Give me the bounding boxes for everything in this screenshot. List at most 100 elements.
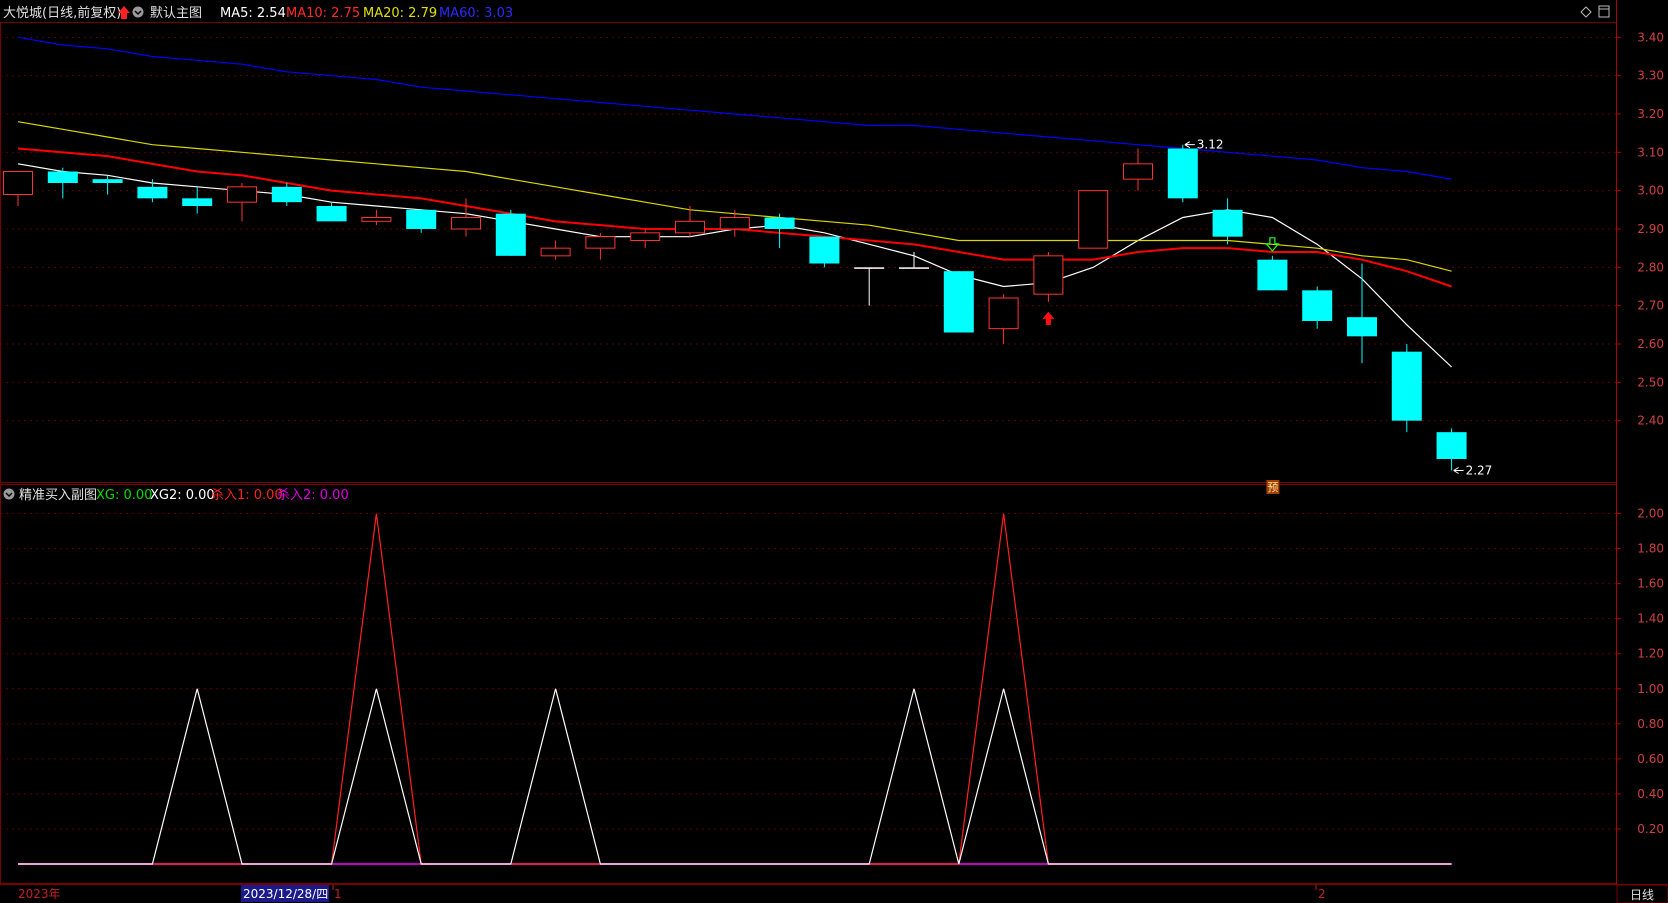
diamond-icon[interactable] — [1580, 6, 1592, 18]
candle-body — [719, 217, 750, 230]
candle[interactable] — [1078, 190, 1109, 249]
candle-body — [1257, 259, 1288, 291]
candle-body — [899, 267, 929, 269]
candle[interactable] — [764, 213, 795, 249]
candle[interactable] — [1212, 198, 1243, 245]
candle[interactable] — [1436, 428, 1467, 471]
candle[interactable] — [1257, 255, 1288, 291]
candle-body — [1123, 163, 1153, 180]
sub-panel-frame — [0, 484, 1617, 884]
main-tick-label: 2.50 — [1637, 375, 1664, 389]
sub-grid — [0, 513, 1616, 830]
candle-body — [1033, 255, 1064, 295]
xg-line — [18, 688, 1452, 865]
main-tick-label: 3.20 — [1637, 107, 1664, 121]
candle[interactable] — [809, 236, 840, 268]
candle[interactable] — [540, 240, 571, 260]
candle[interactable] — [630, 229, 661, 249]
candle[interactable] — [988, 294, 1019, 344]
candle-body — [1302, 290, 1333, 321]
sell2-value: 杀入2: 0.00 — [277, 488, 349, 503]
candle-body — [92, 179, 123, 183]
main-grid — [0, 36, 1616, 422]
candle-body — [854, 267, 885, 269]
candle-body — [182, 198, 213, 206]
month-label-1: 1 — [334, 887, 342, 901]
sub-tick-label: 2.00 — [1637, 507, 1664, 521]
main-tick-label: 3.40 — [1637, 30, 1664, 44]
sub-tick-label: 0.40 — [1637, 787, 1664, 801]
ma20-value: MA20: 2.79 — [363, 6, 437, 21]
maximize-icon[interactable] — [1598, 5, 1610, 18]
candle[interactable] — [406, 209, 437, 233]
ma5-value: MA5: 2.54 — [220, 6, 286, 21]
main-header: 大悦城(日线,前复权) 默认主图 MA5: 2.54 MA10: 2.75 MA… — [3, 5, 513, 21]
candle-body — [1436, 432, 1467, 459]
window-controls[interactable] — [1580, 5, 1610, 18]
candle-body — [809, 236, 840, 264]
candlesticks[interactable] — [3, 144, 1467, 471]
candle[interactable] — [1167, 144, 1198, 203]
xg-value: XG: 0.00 — [96, 488, 152, 503]
candle-body — [47, 171, 78, 183]
main-tick-label: 2.80 — [1637, 260, 1664, 274]
sub-tick-label: 1.00 — [1637, 682, 1664, 696]
candle[interactable] — [92, 175, 123, 195]
candle-body — [406, 209, 437, 229]
main-tick-label: 2.90 — [1637, 222, 1664, 236]
ma10-value: MA10: 2.75 — [286, 6, 360, 21]
candle[interactable] — [271, 183, 302, 206]
sub-tick-label: 0.20 — [1637, 822, 1664, 836]
sub-tick-label: 1.80 — [1637, 542, 1664, 556]
month-label-2: 2 — [1318, 887, 1326, 901]
price-extreme-label: 2.27 — [1466, 464, 1493, 478]
candle-body — [764, 217, 795, 229]
time-axis: 2023年 2023/12/28/四 1 2 日线 — [0, 884, 1668, 903]
candle[interactable] — [316, 202, 347, 222]
candle[interactable] — [361, 209, 392, 226]
main-tick-label: 3.10 — [1637, 145, 1664, 159]
candle[interactable] — [227, 183, 257, 222]
candle[interactable] — [137, 179, 168, 203]
candle[interactable] — [1033, 252, 1064, 302]
ma60-line — [17, 36, 1452, 180]
candle[interactable] — [495, 209, 526, 256]
indicator-name[interactable]: 默认主图 — [150, 5, 202, 21]
sub-tick-label: 0.60 — [1637, 752, 1664, 766]
period-button[interactable]: 日线 — [1630, 888, 1654, 902]
candle[interactable] — [1302, 286, 1333, 329]
sub-tick-label: 0.80 — [1637, 717, 1664, 731]
candle-body — [495, 213, 526, 256]
candle[interactable] — [47, 167, 78, 199]
price-pointer-icon — [1184, 141, 1195, 149]
candle-body — [943, 271, 974, 333]
main-tick-label: 2.60 — [1637, 337, 1664, 351]
ma60-value: MA60: 3.03 — [439, 6, 513, 21]
sell1-value: 杀入1: 0.00 — [211, 488, 283, 503]
settings-icon[interactable] — [3, 488, 15, 500]
candle[interactable] — [3, 171, 33, 207]
year-label: 2023年 — [18, 887, 61, 901]
candle-body — [630, 232, 661, 241]
candle-body — [1078, 190, 1109, 249]
candle[interactable] — [854, 267, 885, 306]
candle-body — [1391, 351, 1422, 421]
candle[interactable] — [943, 271, 974, 333]
candle-body — [451, 217, 481, 230]
main-tick-label: 2.40 — [1637, 414, 1664, 428]
xg2-value: XG2: 0.00 — [150, 488, 215, 503]
candle[interactable] — [1347, 263, 1377, 364]
candle-body — [988, 297, 1019, 330]
candle[interactable] — [585, 232, 616, 260]
main-price-axis: 3.40 3.30 3.20 3.10 3.00 2.90 2.80 2.70 2.60 2.50… — [1616, 30, 1664, 428]
candle-body — [271, 186, 302, 203]
candle[interactable] — [1123, 148, 1153, 191]
candle[interactable] — [719, 209, 750, 237]
candle[interactable] — [1391, 344, 1422, 433]
dropdown-icon[interactable] — [132, 6, 144, 18]
candle-body — [316, 206, 347, 222]
candle-body — [585, 236, 616, 249]
sub-title[interactable]: 精准买入副图 — [19, 488, 97, 503]
main-tick-label: 3.30 — [1637, 69, 1664, 83]
main-panel-frame — [0, 22, 1617, 483]
